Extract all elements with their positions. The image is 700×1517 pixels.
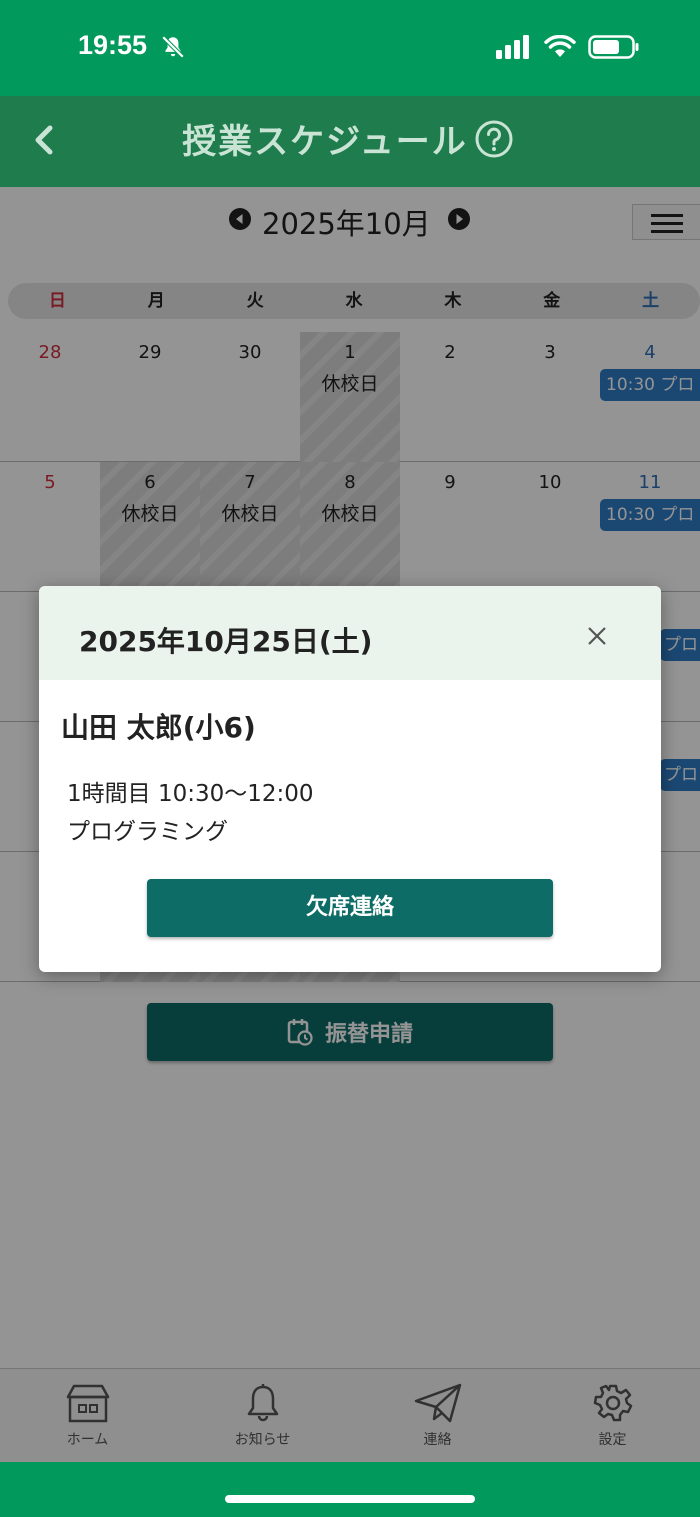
- lesson-subject: プログラミング: [67, 819, 228, 845]
- help-icon[interactable]: [474, 119, 514, 159]
- status-icons: [496, 34, 640, 60]
- modal-header: 2025年10月25日(土): [39, 586, 661, 680]
- lesson-time: 1時間目 10:30〜12:00: [67, 781, 314, 807]
- bell-off-icon: [161, 35, 185, 59]
- status-bar: 19:55: [0, 0, 700, 96]
- battery-icon: [588, 35, 639, 59]
- lesson-detail-modal: 2025年10月25日(土) 山田 太郎(小6) 1時間目 10:30〜12:0…: [39, 586, 661, 972]
- absence-notice-button[interactable]: 欠席連絡: [147, 879, 553, 937]
- close-icon[interactable]: [585, 624, 609, 648]
- home-indicator-area: [0, 1462, 700, 1517]
- status-time: 19:55: [78, 30, 148, 60]
- wifi-icon: [544, 35, 576, 57]
- app-header: 授業スケジュール: [0, 96, 700, 187]
- signal-icon: [496, 35, 529, 59]
- modal-date: 2025年10月25日(土): [79, 625, 373, 658]
- student-name: 山田 太郎(小6): [61, 711, 256, 744]
- home-indicator[interactable]: [225, 1495, 475, 1503]
- page-title: 授業スケジュール: [182, 122, 468, 162]
